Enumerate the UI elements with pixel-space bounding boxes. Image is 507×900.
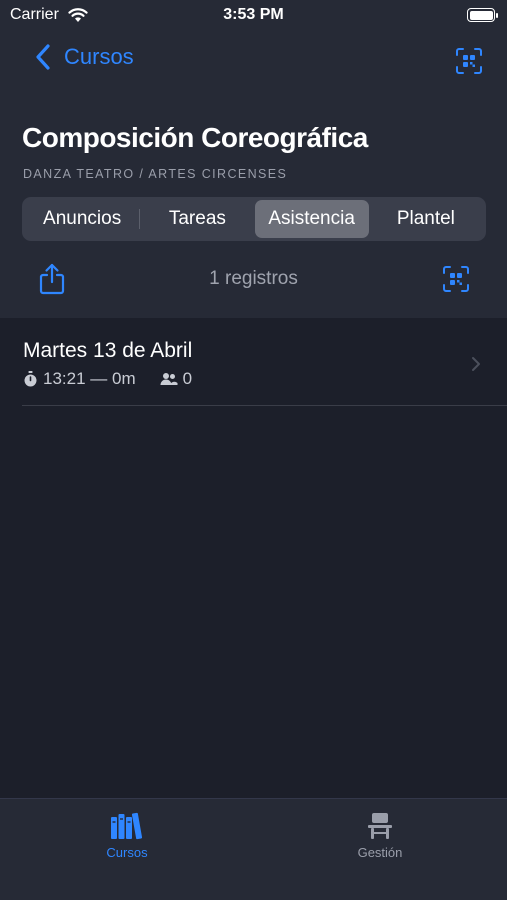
qr-code-icon[interactable] xyxy=(443,266,469,292)
tab-bar: Cursos Gestión xyxy=(0,798,507,900)
attendance-meta: 13:21 — 0m 0 xyxy=(23,369,192,389)
attendance-row[interactable]: Martes 13 de Abril 13:21 — 0m 0 xyxy=(0,318,507,406)
back-button[interactable]: Cursos xyxy=(34,42,134,72)
attendance-count: 0 xyxy=(182,369,193,388)
qr-scan-icon[interactable] xyxy=(456,48,482,74)
timer-icon xyxy=(24,371,37,387)
course-subtitle: DANZA TEATRO / ARTES CIRCENSES xyxy=(23,167,288,181)
course-title: Composición Coreográfica xyxy=(22,122,368,153)
tab-plantel[interactable]: Plantel xyxy=(369,200,483,238)
books-icon xyxy=(111,812,143,840)
status-bar: Carrier 3:53 PM xyxy=(0,0,507,32)
row-divider xyxy=(22,405,507,406)
segment-label: Tareas xyxy=(168,208,226,229)
segment-label: Anuncios xyxy=(43,208,122,229)
attendance-date: Martes 13 de Abril xyxy=(23,339,193,362)
tab-gestion[interactable]: Gestión xyxy=(320,811,440,860)
school-desk-icon xyxy=(368,813,392,839)
status-time: 3:53 PM xyxy=(223,6,284,23)
segment-label: Plantel xyxy=(396,208,455,229)
tab-label: Gestión xyxy=(357,845,403,860)
tab-label: Cursos xyxy=(106,845,148,860)
records-count: 1 registros xyxy=(209,268,298,289)
attendance-time: 13:21 — 0m xyxy=(43,369,136,388)
segment-label: Asistencia xyxy=(268,208,355,229)
people-icon xyxy=(160,373,178,385)
tab-anuncios[interactable]: Anuncios xyxy=(25,200,139,238)
back-button-label: Cursos xyxy=(64,44,134,69)
section-segmented-control: Anuncios Tareas Asistencia Plantel xyxy=(22,197,486,241)
tab-cursos[interactable]: Cursos xyxy=(67,811,187,860)
chevron-left-icon xyxy=(36,44,50,70)
tab-tareas[interactable]: Tareas xyxy=(140,200,254,238)
app-screen: Carrier 3:53 PM Cursos Composición Coreo… xyxy=(0,0,507,900)
tab-asistencia[interactable]: Asistencia xyxy=(254,200,369,238)
battery-icon xyxy=(467,8,498,22)
chevron-right-icon xyxy=(472,357,480,371)
